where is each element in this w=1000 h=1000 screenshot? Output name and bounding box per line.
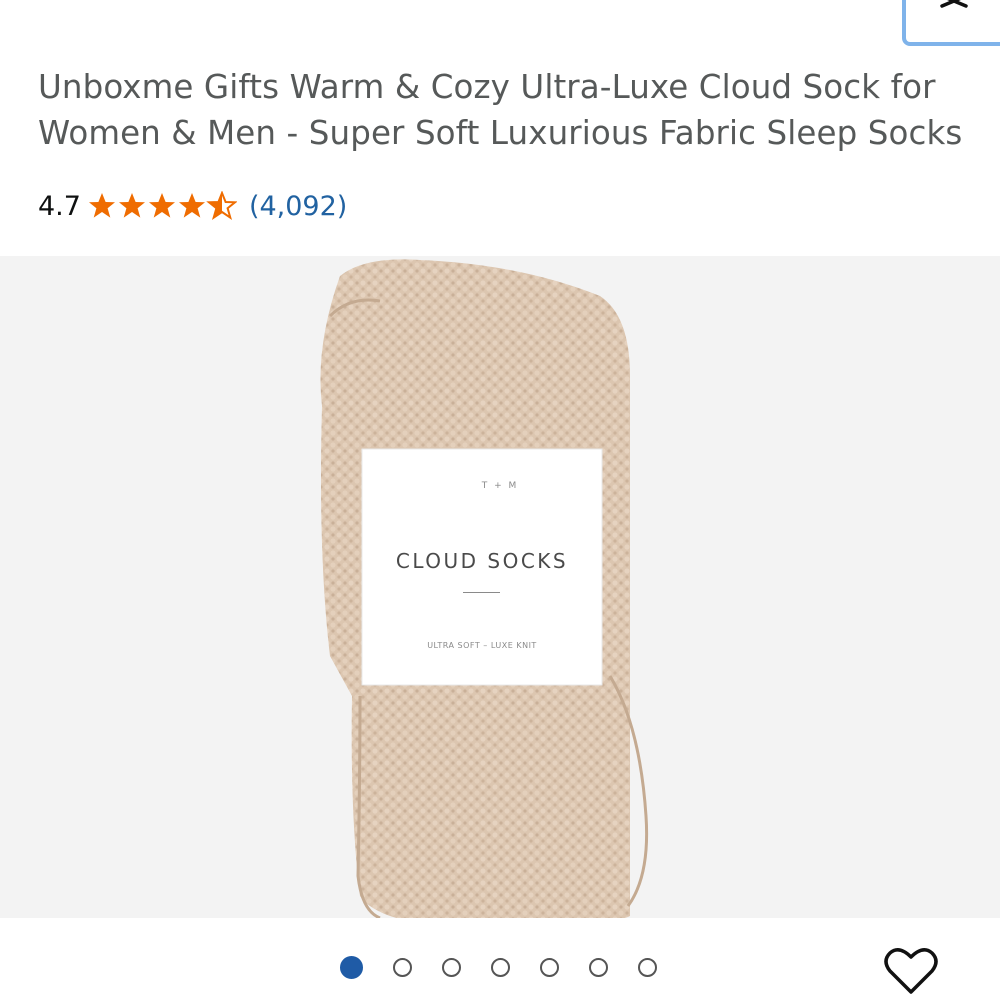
band-subtitle: ULTRA SOFT – LUXE KNIT [427,641,537,650]
close-icon [940,0,968,8]
band-title: CLOUD SOCKS [395,549,569,573]
review-count-link[interactable]: (4,092) [249,191,347,222]
product-image [320,259,649,918]
heart-icon[interactable] [884,946,938,996]
stars-icon [88,192,236,219]
carousel-dot-2[interactable] [393,958,412,977]
carousel-dot-7[interactable] [638,958,657,977]
carousel-dot-6[interactable] [589,958,608,977]
band-brand: T + M [481,481,519,491]
close-button[interactable] [902,0,1000,46]
rating-value: 4.7 [38,190,81,222]
carousel-indicators [340,956,687,979]
carousel-dot-3[interactable] [442,958,461,977]
star-rating [87,191,237,221]
carousel-dot-4[interactable] [491,958,510,977]
product-title: Unboxme Gifts Warm & Cozy Ultra-Luxe Clo… [38,68,963,152]
carousel-dot-5[interactable] [540,958,559,977]
band-divider [463,592,500,593]
product-image-carousel[interactable]: T + M CLOUD SOCKS ULTRA SOFT – LUXE KNIT [0,256,1000,918]
carousel-dot-1[interactable] [340,956,363,979]
rating-row[interactable]: 4.7 (4,092) [38,186,347,226]
